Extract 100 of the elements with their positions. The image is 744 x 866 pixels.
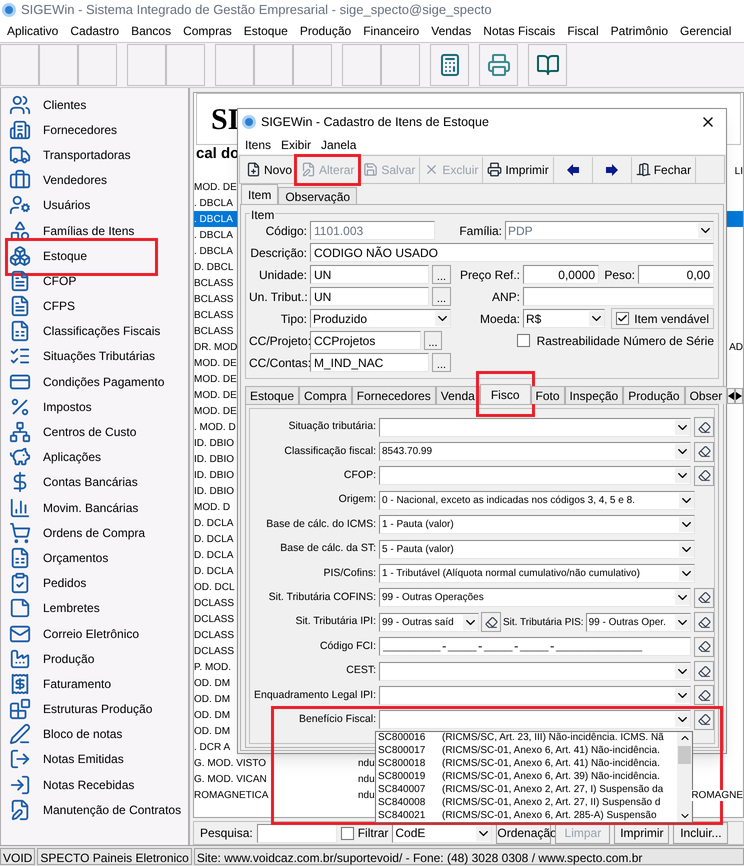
dropdown-option[interactable]: SC800017 (RICMS/SC-01, Anexo 6, Art. 41) Não-incidência. <box>376 744 677 758</box>
tab[interactable]: Inspeção <box>564 386 624 404</box>
input-field[interactable]: M_IND_NAC <box>310 353 429 372</box>
menu-item[interactable]: Fiscal <box>561 22 605 40</box>
sidebar-item[interactable]: Bloco de notas <box>43 725 122 744</box>
menu-item[interactable]: Estoque <box>238 22 294 40</box>
select-field[interactable]: R$ <box>523 309 605 328</box>
sidebar-item[interactable]: Lembretes <box>43 599 100 618</box>
menu-item[interactable]: Janela <box>316 136 362 154</box>
select-field[interactable]: 99 - Outras Operações <box>379 588 691 608</box>
menu-item[interactable]: Patrimônio <box>604 22 674 40</box>
menu-item[interactable]: Cadastro <box>64 22 126 40</box>
toolbar-button[interactable]: Fechar <box>632 156 696 182</box>
tab-scroll-left[interactable] <box>727 388 736 404</box>
sidebar-item[interactable]: Estruturas Produção <box>43 700 152 718</box>
select-field[interactable]: Produzido <box>310 309 451 328</box>
browse-button[interactable]: ... <box>432 353 451 372</box>
scroll-thumb[interactable] <box>678 746 691 764</box>
search-field[interactable] <box>256 824 337 842</box>
tab[interactable]: Venda <box>436 386 480 404</box>
menu-item[interactable]: Compras <box>177 22 238 40</box>
dropdown-option[interactable]: SC840021 (RICMS/SC-01, Anexo 6, Art. 285-A) Suspensão <box>376 809 677 822</box>
menu-item[interactable]: Financeiro <box>357 22 426 40</box>
clear-button[interactable] <box>694 612 714 632</box>
toolbar-button[interactable]: Imprimir <box>483 156 554 182</box>
select-field[interactable]: 1 - Tributável (Alíquota normal cumulativo/não cumulativo) <box>379 564 695 584</box>
clear-button[interactable] <box>694 417 714 438</box>
tab[interactable]: Estoque <box>245 386 300 404</box>
clear-button[interactable] <box>694 710 714 730</box>
browse-button[interactable]: ... <box>432 287 451 306</box>
input-field[interactable]: CODIGO NÃO USADO <box>310 243 714 262</box>
sidebar-item[interactable]: Estoque <box>43 246 88 265</box>
sidebar-item[interactable]: Produção <box>43 650 94 668</box>
sidebar-item[interactable]: Notas Recebidas <box>43 776 134 794</box>
toolbar-button[interactable] <box>430 44 469 86</box>
tab[interactable]: Compra <box>299 386 352 404</box>
sidebar-item[interactable]: CFPS <box>43 297 76 316</box>
tab[interactable]: Produção <box>623 386 685 404</box>
menu-item[interactable]: Itens <box>240 136 276 154</box>
filter-checkbox[interactable] <box>340 826 354 840</box>
clear-button[interactable] <box>694 636 714 657</box>
sidebar-item[interactable]: Fornecedores <box>43 120 118 139</box>
select-field[interactable] <box>379 466 691 486</box>
dropdown-option[interactable]: SC840008 (RICMS/SC-01, Anexo 2, Art. 27, II) Suspensão d <box>376 796 677 810</box>
input-field[interactable]: 0,00 <box>638 265 714 284</box>
sidebar-item[interactable]: Manutenção de Contratos <box>43 800 182 819</box>
clear-button[interactable] <box>481 612 501 632</box>
menu-item[interactable]: Notas Fiscais <box>477 22 562 40</box>
menu-item[interactable]: Exibir <box>276 136 316 154</box>
select-field[interactable] <box>379 686 691 705</box>
sidebar-item[interactable]: Contas Bancárias <box>43 473 138 492</box>
sidebar-item[interactable]: Clientes <box>43 96 86 114</box>
checkbox[interactable] <box>616 312 630 325</box>
sidebar-item[interactable]: Pedidos <box>43 574 86 592</box>
sidebar-item[interactable]: Centros de Custo <box>43 423 136 442</box>
clear-button[interactable] <box>694 588 714 608</box>
browse-button[interactable]: ... <box>432 265 451 284</box>
toolbar-button[interactable]: Novo <box>242 156 298 182</box>
sidebar-item[interactable]: Notas Emitidas <box>43 750 124 768</box>
sidebar-item[interactable]: Impostos <box>43 398 92 416</box>
input-field[interactable]: UN <box>310 287 429 306</box>
menu-item[interactable]: Gerencial <box>674 22 738 40</box>
sidebar-item[interactable]: Orçamentos <box>43 548 108 567</box>
tab[interactable]: Obser <box>684 386 728 404</box>
tab-scroll-right[interactable] <box>735 388 744 404</box>
sidebar-item[interactable]: Correio Eletrônico <box>43 624 140 643</box>
sidebar-item[interactable]: Condições Pagamento <box>43 372 164 391</box>
sidebar-item[interactable]: Famílias de Itens <box>43 222 134 240</box>
select-field[interactable]: 5 - Pauta (valor) <box>379 540 695 559</box>
tab[interactable]: Fisco <box>480 384 530 404</box>
clear-button[interactable] <box>694 685 714 706</box>
checkbox[interactable] <box>516 334 530 347</box>
input-field[interactable]: CCProjetos <box>310 331 422 350</box>
select-field[interactable]: 0 - Nacional, exceto as indicadas nos códigos 3, 4, 5 e 8. <box>379 490 695 510</box>
input-field[interactable]: UN <box>310 265 429 284</box>
tab[interactable]: Foto <box>530 386 565 404</box>
select-field[interactable]: 99 - Outras saíd <box>379 612 479 632</box>
toolbar-button[interactable] <box>528 44 567 86</box>
select-field[interactable]: 99 - Outras Oper. <box>586 612 691 632</box>
sidebar-item[interactable]: Vendedores <box>43 171 108 190</box>
tab[interactable]: Fornecedores <box>352 386 436 404</box>
browse-button[interactable]: ... <box>424 331 442 350</box>
scrollbar[interactable] <box>677 732 692 822</box>
clear-button[interactable] <box>694 466 714 486</box>
select-field[interactable] <box>379 418 691 437</box>
sidebar-item[interactable]: Faturamento <box>43 674 112 693</box>
sidebar-item[interactable]: Situações Tributárias <box>43 347 156 366</box>
select-field[interactable] <box>379 662 691 681</box>
clear-button[interactable] <box>694 442 714 462</box>
dropdown-option[interactable]: SC800018 (RICMS/SC-01, Anexo 6, Art. 41) Não-incidência. <box>376 758 677 771</box>
clear-button[interactable] <box>694 661 714 682</box>
menu-item[interactable]: Vendas <box>425 22 478 40</box>
sidebar-item[interactable]: Aplicações <box>43 448 102 466</box>
sidebar-item[interactable]: Ordens de Compra <box>43 524 146 542</box>
menu-item[interactable]: Produção <box>294 22 358 40</box>
input-field[interactable]: 0,0000 <box>523 265 599 284</box>
sidebar-item[interactable]: Usuários <box>43 196 90 214</box>
input-field[interactable]: ________-____-____-____-____________ <box>379 637 691 656</box>
dropdown-option[interactable]: SC800016 (RICMS/SC, Art. 23, III) Não-incidência. ICMS. Nã <box>376 732 677 745</box>
menu-item[interactable]: Bancos <box>125 22 178 40</box>
